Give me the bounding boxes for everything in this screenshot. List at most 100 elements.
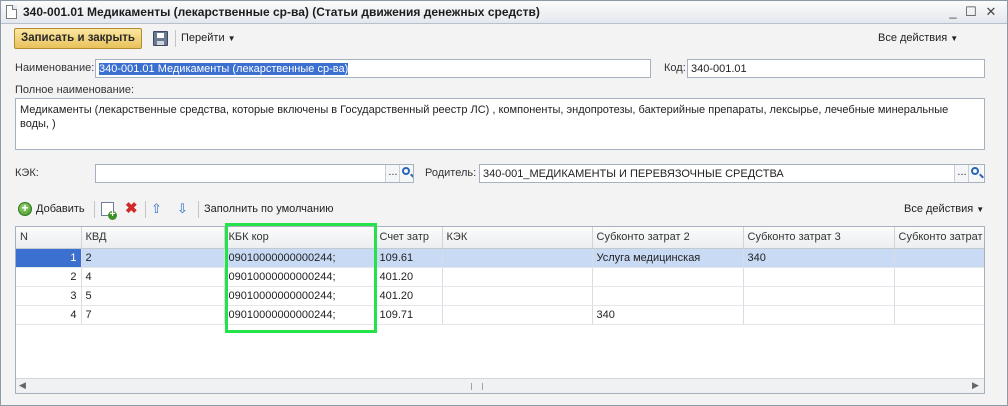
- cell-kek[interactable]: [442, 267, 593, 287]
- cell-subconto-2[interactable]: Услуга медицинская: [592, 248, 744, 268]
- parent-pick-button[interactable]: ...: [954, 165, 969, 182]
- horizontal-scrollbar[interactable]: ◀ ▶: [16, 378, 984, 393]
- search-icon: [402, 167, 410, 175]
- cell-account[interactable]: 109.71: [375, 305, 443, 325]
- cell-subconto-4[interactable]: [894, 286, 984, 306]
- cell-subconto-2[interactable]: [592, 267, 744, 287]
- parent-label: Родитель:: [425, 167, 477, 179]
- close-button[interactable]: ✕: [983, 4, 999, 20]
- column-header-subconto-3[interactable]: Субконто затрат 3: [743, 227, 895, 249]
- toolbar-divider: [198, 201, 199, 218]
- chevron-down-icon: ▼: [950, 34, 959, 43]
- cell-account[interactable]: 401.20: [375, 286, 443, 306]
- cell-kbk[interactable]: 09010000000000244;: [224, 267, 376, 287]
- all-actions-label: Все действия: [878, 32, 948, 44]
- add-icon[interactable]: +: [18, 202, 32, 216]
- column-header-kvd[interactable]: КВД: [81, 227, 225, 249]
- delete-row-icon[interactable]: ✖: [125, 200, 138, 218]
- cell-account[interactable]: 401.20: [375, 267, 443, 287]
- save-and-close-button[interactable]: Записать и закрыть: [14, 28, 142, 49]
- table-all-actions-label: Все действия: [904, 203, 974, 215]
- cell-kbk[interactable]: 09010000000000244;: [224, 248, 376, 268]
- cell-subconto-3[interactable]: 340: [743, 248, 895, 268]
- move-up-icon[interactable]: ⇧: [151, 201, 162, 217]
- cell-subconto-2[interactable]: 340: [592, 305, 744, 325]
- title-bar: 340-001.01 Медикаменты (лекарственные ср…: [1, 1, 1007, 24]
- kek-field[interactable]: ...: [95, 164, 414, 183]
- chevron-down-icon: ▼: [227, 34, 236, 43]
- fullname-label: Полное наименование:: [15, 84, 135, 96]
- cell-kek[interactable]: [442, 305, 593, 325]
- name-field[interactable]: 340-001.01 Медикаменты (лекарственные ср…: [95, 59, 651, 78]
- column-header-kek[interactable]: КЭК: [442, 227, 593, 249]
- add-row-button[interactable]: Добавить: [36, 203, 85, 215]
- cell-kvd[interactable]: 4: [81, 267, 225, 287]
- table-row[interactable]: 2 4 09010000000000244; 401.20: [16, 267, 984, 287]
- kek-search-button[interactable]: [399, 165, 413, 182]
- cell-n[interactable]: 1: [16, 248, 82, 268]
- cell-subconto-4[interactable]: [894, 248, 984, 268]
- goto-menu[interactable]: Перейти ▼: [181, 32, 236, 44]
- scroll-right-icon[interactable]: ▶: [972, 380, 979, 391]
- column-header-account[interactable]: Счет затр: [375, 227, 443, 249]
- code-field[interactable]: 340-001.01: [687, 59, 985, 78]
- cell-kvd[interactable]: 2: [81, 248, 225, 268]
- scroll-left-icon[interactable]: ◀: [19, 380, 26, 391]
- document-icon: [6, 5, 17, 19]
- cell-n[interactable]: 2: [16, 267, 82, 287]
- table-header: N КВД КБК кор Счет затр КЭК Субконто зат…: [16, 227, 984, 249]
- kek-label: КЭК:: [15, 167, 39, 179]
- parent-field-value: 340-001_МЕДИКАМЕНТЫ И ПЕРЕВЯЗОЧНЫЕ СРЕДС…: [483, 168, 784, 180]
- toolbar-divider: [145, 201, 146, 218]
- cell-subconto-4[interactable]: [894, 267, 984, 287]
- cell-subconto-3[interactable]: [743, 267, 895, 287]
- cell-n[interactable]: 3: [16, 286, 82, 306]
- cell-kvd[interactable]: 7: [81, 305, 225, 325]
- cell-kbk[interactable]: 09010000000000244;: [224, 286, 376, 306]
- window-title: 340-001.01 Медикаменты (лекарственные ср…: [23, 5, 540, 19]
- column-header-subconto-2[interactable]: Субконто затрат 2: [592, 227, 744, 249]
- cell-subconto-3[interactable]: [743, 305, 895, 325]
- column-header-subconto-4[interactable]: Субконто затрат: [894, 227, 984, 249]
- search-icon: [971, 167, 979, 175]
- form-toolbar: Записать и закрыть Перейти ▼ Все действия…: [9, 28, 999, 50]
- cell-kvd[interactable]: 5: [81, 286, 225, 306]
- cell-kek[interactable]: [442, 286, 593, 306]
- toolbar-divider: [175, 30, 176, 47]
- table-all-actions-menu[interactable]: Все действия ▼: [904, 203, 984, 215]
- cell-kbk[interactable]: 09010000000000244;: [224, 305, 376, 325]
- copy-row-icon[interactable]: [101, 202, 117, 220]
- kek-pick-button[interactable]: ...: [385, 165, 400, 182]
- cell-kek[interactable]: [442, 248, 593, 268]
- table-row[interactable]: 4 7 09010000000000244; 109.71 340: [16, 305, 984, 325]
- table-grid[interactable]: N КВД КБК кор Счет затр КЭК Субконто зат…: [15, 226, 985, 394]
- code-label: Код:: [664, 62, 686, 74]
- maximize-button[interactable]: ☐: [963, 4, 979, 20]
- column-header-n[interactable]: N: [16, 227, 82, 249]
- toolbar-divider: [94, 201, 95, 218]
- fullname-textarea[interactable]: Медикаменты (лекарственные средства, кот…: [15, 98, 985, 150]
- fill-default-button[interactable]: Заполнить по умолчанию: [204, 203, 334, 215]
- cell-n[interactable]: 4: [16, 305, 82, 325]
- table-row[interactable]: 1 2 09010000000000244; 109.61 Услуга мед…: [16, 248, 984, 268]
- cell-subconto-4[interactable]: [894, 305, 984, 325]
- all-actions-menu[interactable]: Все действия ▼: [878, 32, 958, 44]
- name-field-value: 340-001.01 Медикаменты (лекарственные ср…: [99, 63, 349, 75]
- parent-field[interactable]: 340-001_МЕДИКАМЕНТЫ И ПЕРЕВЯЗОЧНЫЕ СРЕДС…: [479, 164, 985, 183]
- form-window: 340-001.01 Медикаменты (лекарственные ср…: [0, 0, 1008, 406]
- name-label: Наименование:: [15, 62, 95, 74]
- cost-table: N КВД КБК кор Счет затр КЭК Субконто зат…: [16, 227, 984, 325]
- goto-menu-label: Перейти: [181, 32, 225, 44]
- scroll-thumb[interactable]: [471, 383, 483, 390]
- table-toolbar: + Добавить ✖ ⇧ ⇩ Заполнить по умолчанию …: [15, 200, 990, 220]
- save-disk-icon[interactable]: [153, 31, 168, 46]
- parent-search-button[interactable]: [968, 165, 983, 182]
- cell-account[interactable]: 109.61: [375, 248, 443, 268]
- column-header-kbk[interactable]: КБК кор: [224, 227, 376, 249]
- minimize-button[interactable]: _: [945, 4, 961, 20]
- move-down-icon[interactable]: ⇩: [177, 201, 188, 217]
- cell-subconto-3[interactable]: [743, 286, 895, 306]
- table-row[interactable]: 3 5 09010000000000244; 401.20: [16, 286, 984, 306]
- cell-subconto-2[interactable]: [592, 286, 744, 306]
- chevron-down-icon: ▼: [976, 205, 985, 214]
